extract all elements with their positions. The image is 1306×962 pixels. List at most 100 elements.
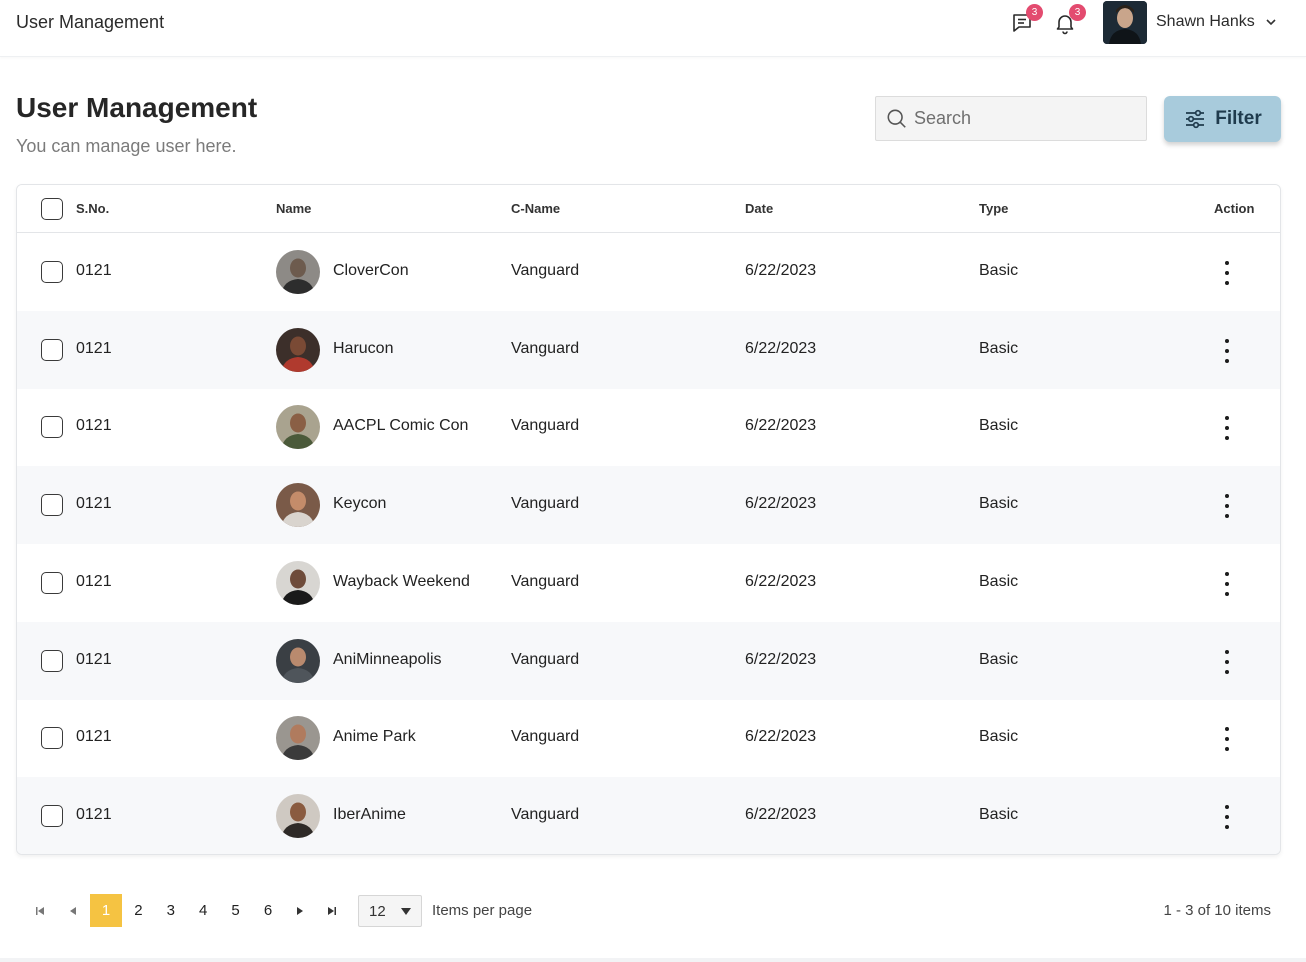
app-title: User Management <box>16 12 165 32</box>
last-page-icon[interactable] <box>325 904 339 918</box>
page-2-button[interactable]: 2 <box>122 894 154 927</box>
cell-date: 6/22/2023 <box>745 262 817 279</box>
user-name[interactable]: Shawn Hanks <box>1156 13 1255 31</box>
search-input[interactable] <box>914 108 1134 129</box>
cell-date: 6/22/2023 <box>745 650 817 668</box>
cell-sno: 0121 <box>76 805 112 823</box>
bottom-divider <box>0 958 1306 962</box>
first-page-icon[interactable] <box>33 904 47 918</box>
cell-sno: 0121 <box>76 417 112 435</box>
page-5-button[interactable]: 5 <box>220 894 252 927</box>
page-subtitle: You can manage user here. <box>16 136 237 156</box>
top-bar: User Management 3 3 Shawn Hanks <box>0 0 1306 57</box>
avatar <box>276 405 320 450</box>
cell-name: AniMinneapolis <box>333 650 442 668</box>
cell-type: Basic <box>979 650 1019 668</box>
row-checkbox[interactable] <box>41 649 63 672</box>
avatar <box>276 560 320 605</box>
dropdown-arrow-icon <box>401 908 411 915</box>
table-row: 0121 Anime Park Vanguard 6/22/2023 Basic <box>17 699 1280 777</box>
avatar <box>276 483 320 528</box>
page-1-button[interactable]: 1 <box>90 894 122 927</box>
cell-date: 6/22/2023 <box>745 495 817 513</box>
row-checkbox[interactable] <box>41 338 63 361</box>
cell-name: AACPL Comic Con <box>333 417 469 435</box>
select-all-checkbox[interactable] <box>41 198 63 220</box>
column-name[interactable]: Name <box>276 201 311 216</box>
avatar <box>276 716 320 761</box>
row-checkbox[interactable] <box>41 727 63 750</box>
row-checkbox[interactable] <box>41 804 63 827</box>
table-row: 0121 CloverCon Vanguard 6/22/2023 Basic <box>17 233 1280 311</box>
page-6-button[interactable]: 6 <box>252 894 284 927</box>
cell-cname: Vanguard <box>511 650 580 668</box>
search-box[interactable] <box>875 96 1147 141</box>
prev-page-icon[interactable] <box>66 904 80 918</box>
table-header: S.No. Name C-Name Date Type Action <box>17 185 1280 233</box>
cell-sno: 0121 <box>76 728 112 746</box>
notifications-button[interactable]: 3 <box>1050 4 1086 38</box>
kebab-menu-icon[interactable] <box>1217 338 1237 364</box>
items-per-page-select[interactable]: 12 <box>358 895 422 927</box>
cell-name: Anime Park <box>333 728 416 746</box>
items-per-page-label: Items per page <box>432 902 533 919</box>
cell-cname: Vanguard <box>511 728 580 746</box>
user-photo <box>1103 1 1147 44</box>
filter-label: Filter <box>1215 108 1262 129</box>
cell-name: Wayback Weekend <box>333 572 470 590</box>
cell-date: 6/22/2023 <box>745 805 817 823</box>
row-checkbox[interactable] <box>41 416 63 439</box>
filter-button[interactable]: Filter <box>1164 96 1281 142</box>
notifications-badge: 3 <box>1069 4 1086 21</box>
column-type[interactable]: Type <box>979 201 1008 216</box>
table-row: 0121 Harucon Vanguard 6/22/2023 Basic <box>17 310 1280 389</box>
cell-sno: 0121 <box>76 495 112 513</box>
cell-sno: 0121 <box>76 572 112 590</box>
row-checkbox[interactable] <box>41 261 63 283</box>
user-avatar[interactable] <box>1103 1 1147 44</box>
cell-name: CloverCon <box>333 262 409 279</box>
cell-date: 6/22/2023 <box>745 339 817 357</box>
kebab-menu-icon[interactable] <box>1217 649 1237 675</box>
pagination-range: 1 - 3 of 10 items <box>1163 902 1271 919</box>
user-table: S.No. Name C-Name Date Type Action 0121 C… <box>16 184 1281 855</box>
page-title: User Management <box>16 92 258 123</box>
table-row: 0121 IberAnime Vanguard 6/22/2023 Basic <box>17 776 1280 854</box>
next-page-icon[interactable] <box>293 904 307 918</box>
cell-type: Basic <box>979 339 1019 357</box>
chevron-down-icon[interactable] <box>1264 15 1278 29</box>
cell-cname: Vanguard <box>511 495 580 513</box>
cell-sno: 0121 <box>76 262 112 279</box>
cell-date: 6/22/2023 <box>745 572 817 590</box>
kebab-menu-icon[interactable] <box>1217 415 1237 441</box>
kebab-menu-icon[interactable] <box>1217 260 1237 286</box>
column-sno[interactable]: S.No. <box>76 201 109 216</box>
kebab-menu-icon[interactable] <box>1217 571 1237 597</box>
kebab-menu-icon[interactable] <box>1217 804 1237 830</box>
page-4-button[interactable]: 4 <box>187 894 219 927</box>
avatar <box>276 250 320 294</box>
cell-name: Harucon <box>333 339 394 357</box>
table-row: 0121 AACPL Comic Con Vanguard 6/22/2023 Basi… <box>17 388 1280 466</box>
cell-type: Basic <box>979 805 1019 823</box>
sliders-icon <box>1186 109 1205 129</box>
page-3-button[interactable]: 3 <box>155 894 187 927</box>
cell-cname: Vanguard <box>511 572 580 590</box>
row-checkbox[interactable] <box>41 571 63 594</box>
kebab-menu-icon[interactable] <box>1217 726 1237 752</box>
cell-cname: Vanguard <box>511 805 580 823</box>
column-cname[interactable]: C-Name <box>511 201 560 216</box>
cell-name: Keycon <box>333 495 387 513</box>
messages-button[interactable]: 3 <box>1007 4 1043 38</box>
column-action: Action <box>1214 201 1255 216</box>
cell-cname: Vanguard <box>511 417 580 435</box>
cell-type: Basic <box>979 417 1019 435</box>
cell-name: IberAnime <box>333 805 406 823</box>
cell-type: Basic <box>979 495 1019 513</box>
search-icon <box>887 109 906 128</box>
column-date[interactable]: Date <box>745 201 773 216</box>
row-checkbox[interactable] <box>41 494 63 517</box>
cell-type: Basic <box>979 262 1019 279</box>
cell-date: 6/22/2023 <box>745 728 817 746</box>
kebab-menu-icon[interactable] <box>1217 493 1237 519</box>
